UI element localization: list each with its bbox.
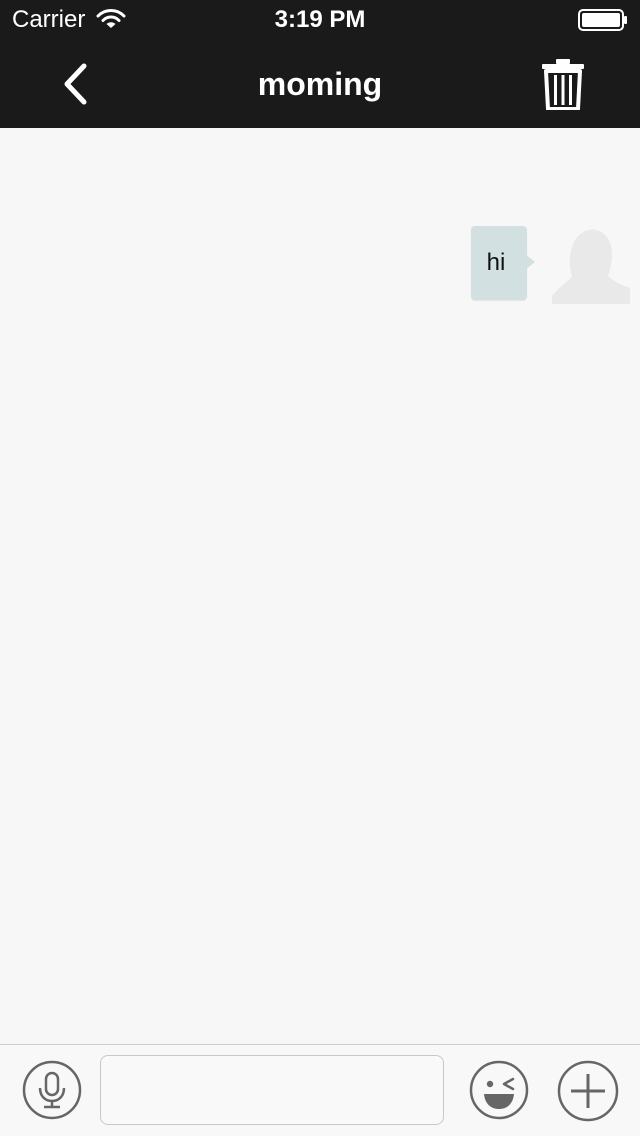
conversation-title: moming: [257, 66, 383, 102]
more-options-button[interactable]: [557, 1060, 619, 1122]
top-bar: Carrier 3:19 PM moming: [0, 0, 640, 128]
delete-conversation-button[interactable]: [530, 54, 598, 118]
message-text: hi: [486, 249, 506, 276]
battery-icon: [578, 9, 628, 31]
message-bubble[interactable]: hi: [471, 226, 527, 300]
message-input[interactable]: [100, 1055, 444, 1125]
voice-button[interactable]: [22, 1060, 82, 1120]
plus-circle-icon: [557, 1060, 619, 1122]
chevron-left-icon: [64, 63, 87, 105]
input-bar: [0, 1044, 640, 1136]
chat-area[interactable]: hi: [0, 128, 640, 1044]
trash-icon: [542, 59, 584, 110]
bubble-tail: [525, 254, 535, 270]
emoji-button[interactable]: [469, 1060, 529, 1120]
message-row: hi: [0, 224, 640, 308]
back-button[interactable]: [44, 54, 108, 114]
avatar-placeholder-icon: [552, 229, 630, 304]
microphone-icon: [22, 1060, 82, 1120]
emoji-wink-icon: [469, 1060, 529, 1120]
status-time: 3:19 PM: [274, 6, 366, 33]
status-bar: Carrier 3:19 PM: [0, 0, 640, 40]
navigation-bar: moming: [0, 40, 640, 128]
avatar[interactable]: [550, 224, 630, 304]
